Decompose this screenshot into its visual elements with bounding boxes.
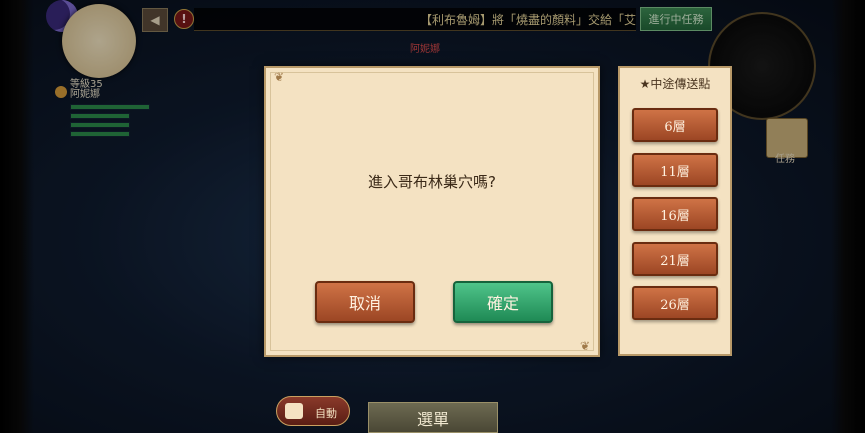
floor-button-11[interactable]: 11層	[632, 153, 718, 187]
auto-battle-icon	[285, 403, 303, 419]
floor-button-21[interactable]: 21層	[632, 242, 718, 276]
menu-button[interactable]: 選單	[368, 402, 498, 433]
corner-ornament-icon: ❦	[579, 339, 590, 353]
confirm-dialog: ❦ ❦ 進入哥布林巢穴嗎? 取消 確定	[264, 66, 600, 357]
confirm-button[interactable]: 確定	[453, 281, 553, 323]
teleport-panel: ★中途傳送點 6層 11層 16層 21層 26層	[618, 66, 732, 356]
dialog-message: 進入哥布林巢穴嗎?	[368, 173, 496, 191]
floor-button-26[interactable]: 26層	[632, 286, 718, 320]
cancel-button[interactable]: 取消	[315, 281, 415, 323]
teleport-title: ★中途傳送點	[639, 77, 711, 91]
floor-button-16[interactable]: 16層	[632, 197, 718, 231]
corner-ornament-icon: ❦	[274, 70, 285, 84]
floor-button-6[interactable]: 6層	[632, 108, 718, 142]
auto-button[interactable]: 自動	[276, 396, 350, 426]
auto-label: 自動	[315, 407, 337, 420]
